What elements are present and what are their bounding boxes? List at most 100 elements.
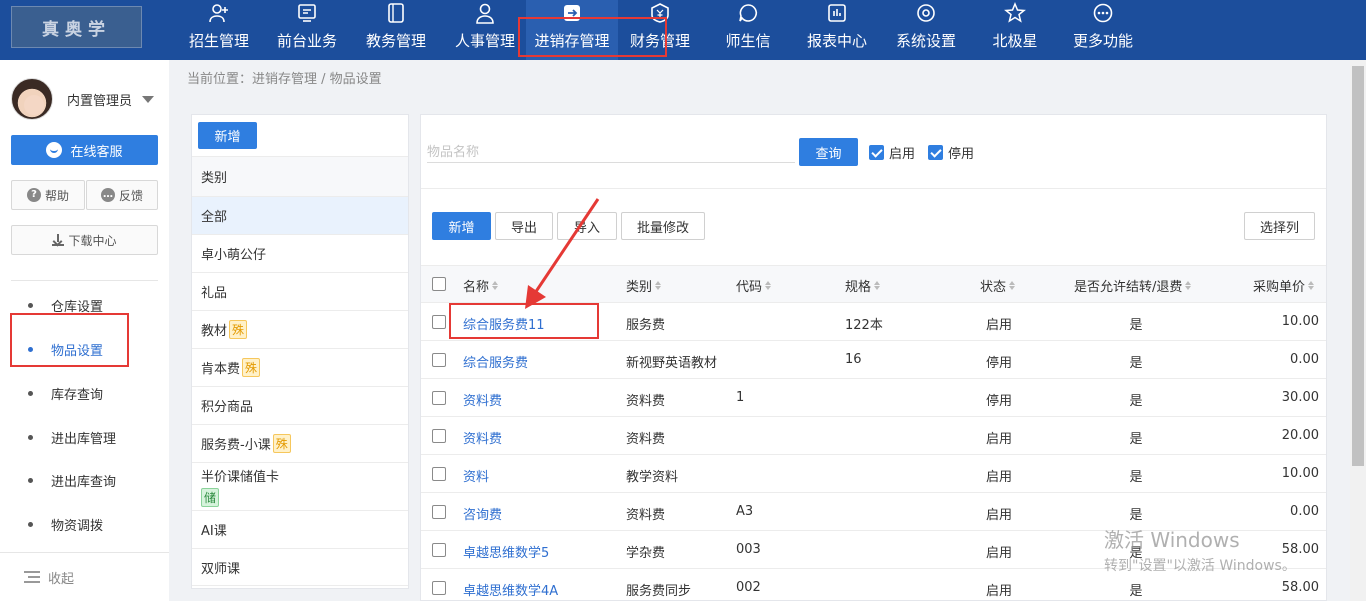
cell-price: 10.00 — [1281, 466, 1319, 481]
column-header-refund[interactable]: 是否允许结转/退费 — [1074, 276, 1192, 295]
category-item[interactable]: 服务费-小课 殊 — [192, 424, 408, 462]
nav-item-inventory[interactable]: 进销存管理 — [526, 0, 618, 60]
stored-value-tag: 储 — [201, 488, 220, 507]
row-checkbox[interactable] — [432, 467, 446, 481]
enabled-filter-checkbox[interactable]: 启用 — [869, 143, 915, 162]
table-row[interactable]: 资料费 资料费 启用 是 20.00 — [421, 417, 1326, 455]
checkbox-checked-icon — [928, 145, 943, 160]
column-header-name[interactable]: 名称 — [463, 276, 499, 295]
cell-name[interactable]: 综合服务费11 — [463, 314, 545, 333]
category-label: 卓小萌公仔 — [201, 248, 267, 263]
table-row[interactable]: 资料 教学资料 启用 是 10.00 — [421, 455, 1326, 493]
cell-name[interactable]: 卓越思维数学4A — [463, 580, 558, 599]
column-header-code[interactable]: 代码 — [736, 276, 772, 295]
sidebar-item-transfer[interactable]: 物资调拨 — [0, 502, 169, 546]
more-icon — [1092, 2, 1114, 24]
cell-name[interactable]: 卓越思维数学5 — [463, 542, 549, 561]
online-service-button[interactable]: 在线客服 — [11, 135, 158, 165]
category-item[interactable]: 礼品 — [192, 272, 408, 310]
sidebar-item-stock-query[interactable]: 库存查询 — [0, 371, 169, 415]
avatar[interactable] — [11, 78, 53, 120]
user-plus-icon — [208, 2, 230, 24]
table-row[interactable]: 综合服务费 新视野英语教材 16 停用 是 0.00 — [421, 341, 1326, 379]
star-icon — [1004, 2, 1026, 24]
nav-item-reports[interactable]: 报表中心 — [800, 0, 874, 60]
collapse-button[interactable]: 收起 — [0, 552, 169, 601]
category-item[interactable]: AI课 — [192, 510, 408, 548]
export-button[interactable]: 导出 — [495, 212, 553, 240]
table-row[interactable]: 咨询费 资料费 A3 启用 是 0.00 — [421, 493, 1326, 531]
sort-icon — [1185, 281, 1192, 290]
category-item[interactable]: 教材 殊 — [192, 310, 408, 348]
book-icon — [385, 2, 407, 24]
table-row[interactable]: 综合服务费11 服务费 122本 启用 是 10.00 — [421, 303, 1326, 341]
bar-report-icon — [826, 2, 848, 24]
scrollbar-thumb[interactable] — [1352, 66, 1364, 466]
category-item[interactable]: 全部 — [192, 196, 408, 234]
row-checkbox[interactable] — [432, 315, 446, 329]
nav-item-enrollment[interactable]: 招生管理 — [182, 0, 256, 60]
row-checkbox[interactable] — [432, 543, 446, 557]
add-item-button[interactable]: 新增 — [432, 212, 491, 240]
row-checkbox[interactable] — [432, 391, 446, 405]
category-label: 服务费-小课 — [201, 438, 271, 453]
cell-price: 58.00 — [1281, 580, 1319, 595]
column-header-status[interactable]: 状态 — [980, 276, 1016, 295]
add-category-button[interactable]: 新增 — [198, 122, 257, 149]
row-checkbox[interactable] — [432, 353, 446, 367]
column-header-category[interactable]: 类别 — [626, 276, 662, 295]
column-header-spec[interactable]: 规格 — [845, 276, 881, 295]
download-center-button[interactable]: 下载中心 — [11, 225, 158, 255]
cell-name[interactable]: 资料费 — [463, 428, 502, 447]
cell-price: 10.00 — [1281, 314, 1319, 329]
sidebar-item-warehouse[interactable]: 仓库设置 — [0, 283, 169, 327]
category-item[interactable]: 肯本费 殊 — [192, 348, 408, 386]
row-checkbox[interactable] — [432, 429, 446, 443]
nav-item-hr[interactable]: 人事管理 — [448, 0, 522, 60]
cell-name[interactable]: 咨询费 — [463, 504, 502, 523]
nav-item-more[interactable]: 更多功能 — [1066, 0, 1140, 60]
batch-edit-button[interactable]: 批量修改 — [621, 212, 705, 240]
select-columns-button[interactable]: 选择列 — [1244, 212, 1315, 240]
category-item[interactable]: 积分商品 — [192, 386, 408, 424]
bullet-icon — [28, 347, 33, 352]
table-row[interactable]: 卓越思维数学4A 服务费同步 002 启用 是 58.00 — [421, 569, 1326, 600]
sidebar-item-items[interactable]: 物品设置 — [0, 327, 169, 371]
table-row[interactable]: 卓越思维数学5 学杂费 003 启用 是 58.00 — [421, 531, 1326, 569]
category-item[interactable]: 双师课 — [192, 548, 408, 586]
chevron-down-icon[interactable] — [142, 96, 154, 103]
import-button[interactable]: 导入 — [557, 212, 617, 240]
item-name-search-input[interactable] — [427, 141, 795, 163]
sidebar-item-in-out-manage[interactable]: 进出库管理 — [0, 415, 169, 459]
person-icon — [474, 2, 496, 24]
nav-item-academic[interactable]: 教务管理 — [359, 0, 433, 60]
cell-name[interactable]: 资料 — [463, 466, 489, 485]
page-scrollbar[interactable] — [1350, 60, 1366, 601]
category-header-label: 类别 — [201, 171, 228, 186]
bullet-icon — [28, 478, 33, 483]
category-item[interactable]: 卓小萌公仔 — [192, 234, 408, 272]
nav-item-messaging[interactable]: 师生信 — [716, 0, 780, 60]
user-name[interactable]: 内置管理员 — [67, 90, 132, 109]
query-button[interactable]: 查询 — [799, 138, 858, 166]
bullet-icon — [28, 391, 33, 396]
column-header-price[interactable]: 采购单价 — [1253, 276, 1315, 295]
nav-item-settings[interactable]: 系统设置 — [889, 0, 963, 60]
sidebar-item-in-out-query[interactable]: 进出库查询 — [0, 458, 169, 502]
feedback-button[interactable]: … 反馈 — [86, 180, 158, 210]
cell-name[interactable]: 综合服务费 — [463, 352, 528, 371]
help-button[interactable]: ? 帮助 — [11, 180, 85, 210]
table-row[interactable]: 资料费 资料费 1 停用 是 30.00 — [421, 379, 1326, 417]
select-all-checkbox[interactable] — [432, 277, 446, 291]
nav-item-front-desk[interactable]: 前台业务 — [270, 0, 344, 60]
nav-item-finance[interactable]: 财务管理 — [623, 0, 697, 60]
logo[interactable]: 真奥学 — [11, 6, 142, 48]
nav-item-polaris[interactable]: 北极星 — [984, 0, 1046, 60]
row-checkbox[interactable] — [432, 581, 446, 595]
sidebar-item-label: 进出库查询 — [51, 474, 117, 490]
category-item[interactable]: 半价课储值卡 储 — [192, 462, 408, 510]
cell-name[interactable]: 资料费 — [463, 390, 502, 409]
row-checkbox[interactable] — [432, 505, 446, 519]
sidebar-item-label: 进出库管理 — [51, 431, 117, 447]
disabled-filter-checkbox[interactable]: 停用 — [928, 143, 974, 162]
